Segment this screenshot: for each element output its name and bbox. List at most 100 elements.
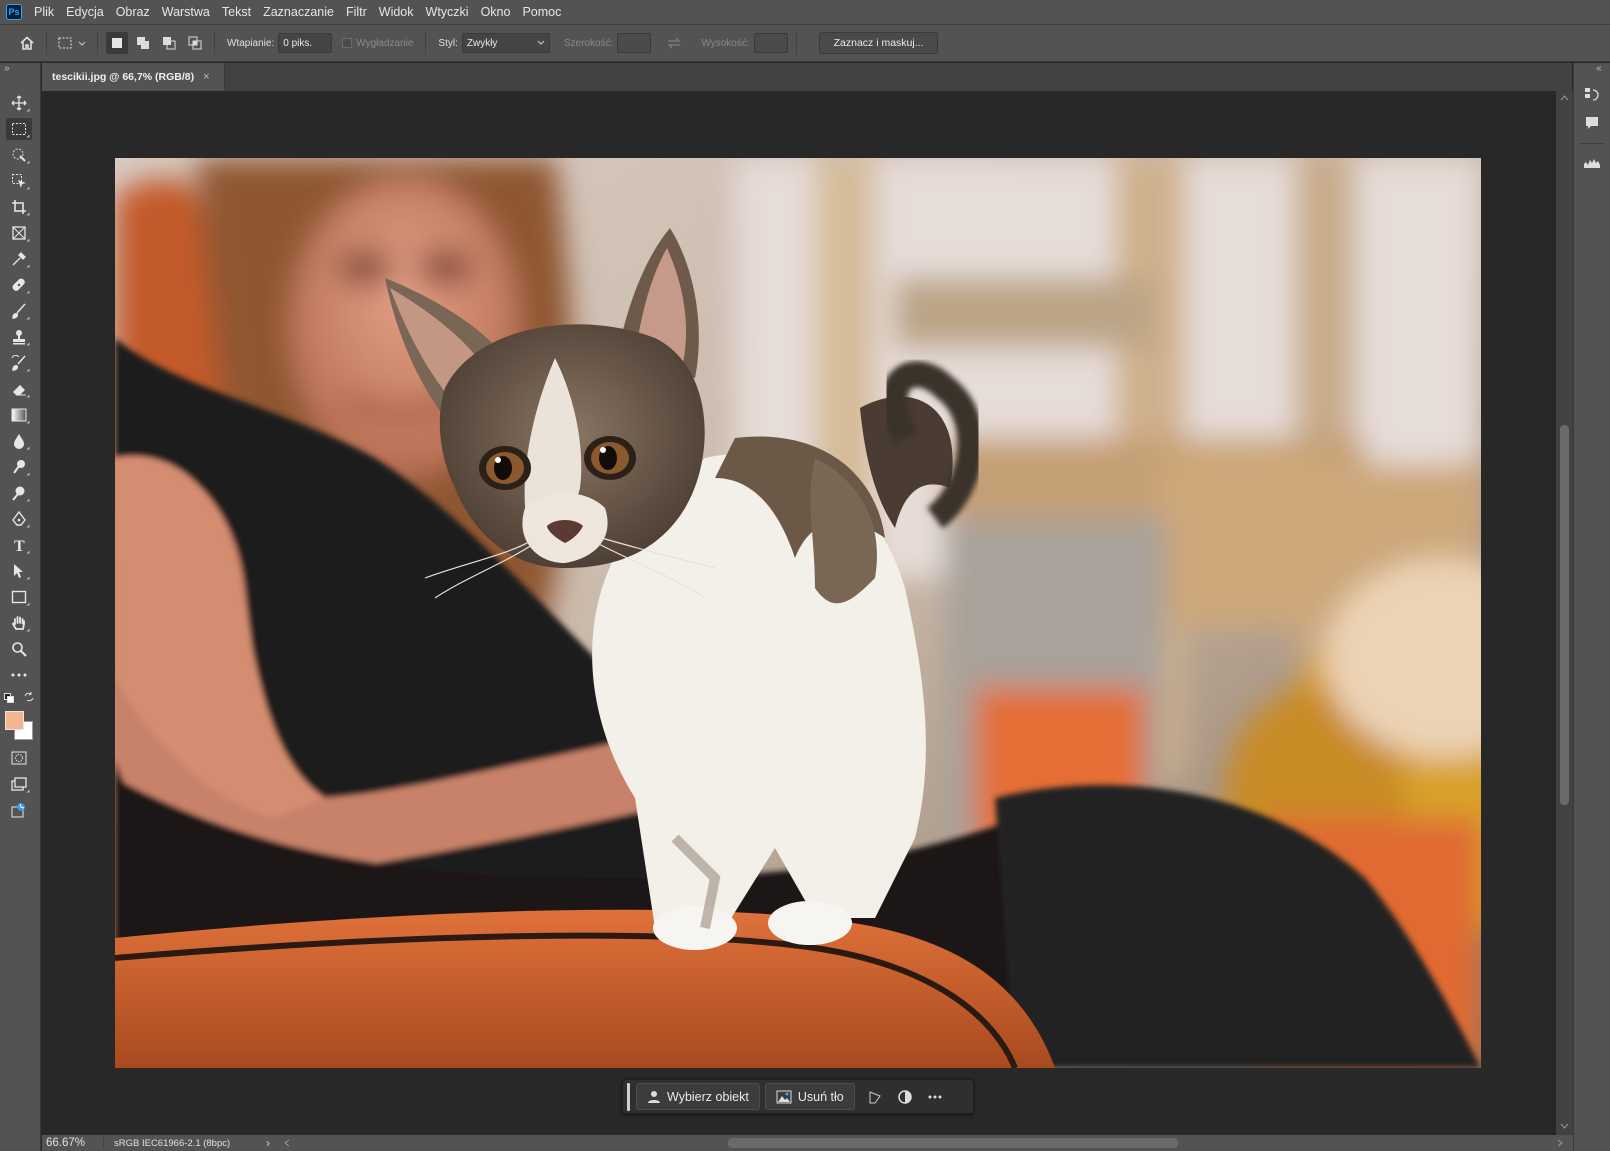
history-brush-icon[interactable] [6, 352, 32, 374]
menu-edit[interactable]: Edycja [60, 5, 110, 19]
close-tab-icon[interactable]: × [203, 71, 209, 83]
width-input[interactable] [617, 33, 652, 53]
document-image[interactable] [115, 158, 1481, 1068]
eraser-icon[interactable] [6, 378, 32, 400]
expand-panels-icon[interactable]: « [1596, 63, 1602, 74]
style-value: Zwykły [466, 37, 498, 49]
menu-file[interactable]: Plik [28, 5, 60, 19]
move-icon[interactable] [6, 92, 32, 114]
collapse-panel-icon[interactable]: » [4, 63, 10, 74]
feather-label: Wtapianie: [227, 37, 275, 49]
feather-input[interactable]: 0 piks. [278, 33, 333, 53]
dodge-icon[interactable] [6, 456, 32, 478]
adjustment-icon[interactable] [890, 1083, 920, 1110]
options-bar: Wtapianie: 0 piks. Wygładzanie Styl: Zwy… [0, 24, 1610, 62]
menu-select[interactable]: Zaznaczanie [257, 5, 340, 19]
document-tab-bar: tescikii.jpg @ 66,7% (RGB/8) × [42, 63, 1572, 91]
quick-mask-icon[interactable] [6, 747, 32, 769]
add-to-selection-icon[interactable] [132, 32, 154, 54]
divider [214, 31, 215, 55]
burn-icon[interactable] [6, 482, 32, 504]
height-label: Wysokość: [701, 37, 750, 49]
zoom-icon[interactable] [6, 638, 32, 660]
menu-bar: Ps Plik Edycja Obraz Warstwa Tekst Zazna… [0, 0, 1610, 24]
scroll-left-icon[interactable] [284, 1139, 290, 1147]
transform-icon[interactable] [860, 1083, 890, 1110]
swap-colors-icon[interactable] [24, 689, 34, 707]
divider [46, 31, 47, 55]
path-selection-icon[interactable] [6, 560, 32, 582]
style-select[interactable]: Zwykły [461, 33, 550, 53]
zoom-level[interactable]: 66.67% [42, 1137, 104, 1149]
history-panel-icon[interactable] [1582, 85, 1602, 105]
menu-help[interactable]: Pomoc [516, 5, 567, 19]
color-profile: sRGB IEC61966-2.1 (8bpc) [114, 1137, 231, 1149]
select-subject-button[interactable]: Wybierz obiekt [636, 1083, 760, 1110]
frame-icon[interactable] [6, 222, 32, 244]
tool-preset-picker[interactable] [55, 32, 89, 54]
home-icon[interactable] [16, 32, 38, 54]
width-label: Szerokość: [563, 37, 614, 49]
horizontal-scroll-thumb[interactable] [728, 1138, 1178, 1148]
crop-icon[interactable] [6, 196, 32, 218]
histogram-panel-icon[interactable] [1582, 153, 1602, 173]
menu-view[interactable]: Widok [373, 5, 420, 19]
document-tab[interactable]: tescikii.jpg @ 66,7% (RGB/8) × [42, 63, 225, 91]
new-selection-icon[interactable] [106, 32, 128, 54]
panel-dock: « [1573, 63, 1610, 1151]
foreground-color-swatch[interactable] [5, 711, 24, 730]
quick-selection-icon[interactable] [6, 170, 32, 192]
gradient-icon[interactable] [6, 404, 32, 426]
scroll-up-icon[interactable] [1560, 95, 1569, 101]
cat-photo [115, 158, 1481, 1068]
select-and-mask-button[interactable]: Zaznacz i maskuj... [818, 32, 939, 54]
horizontal-scrollbar[interactable] [282, 1135, 1572, 1151]
swap-width-height-icon[interactable] [663, 32, 685, 54]
remove-background-icon [776, 1090, 792, 1103]
tools-panel: » T [0, 63, 41, 1151]
remove-background-button[interactable]: Usuń tło [764, 1083, 855, 1110]
hand-icon[interactable] [6, 612, 32, 634]
spot-healing-icon[interactable] [6, 274, 32, 296]
scroll-right-icon[interactable] [1557, 1139, 1563, 1147]
more-tools-icon[interactable] [6, 664, 32, 686]
style-label: Styl: [438, 37, 458, 49]
menu-layer[interactable]: Warstwa [156, 5, 216, 19]
pen-icon[interactable] [6, 508, 32, 530]
rectangular-marquee-icon[interactable] [6, 118, 32, 140]
brush-icon[interactable] [6, 300, 32, 322]
screen-mode-icon[interactable] [6, 773, 32, 795]
menu-plugins[interactable]: Wtyczki [420, 5, 475, 19]
clone-stamp-icon[interactable] [6, 326, 32, 348]
rectangle-icon[interactable] [6, 586, 32, 608]
select-subject-label: Wybierz obiekt [667, 1089, 749, 1104]
subtract-from-selection-icon[interactable] [158, 32, 180, 54]
blur-icon[interactable] [6, 430, 32, 452]
object-selection-icon[interactable] [6, 144, 32, 166]
menu-window[interactable]: Okno [475, 5, 517, 19]
comments-panel-icon[interactable] [1582, 113, 1602, 133]
photoshop-logo-icon: Ps [6, 4, 22, 20]
vertical-scroll-thumb[interactable] [1560, 425, 1569, 805]
divider [425, 31, 427, 55]
vertical-scrollbar[interactable] [1556, 91, 1573, 1135]
menu-image[interactable]: Obraz [110, 5, 156, 19]
divider [1579, 143, 1605, 144]
chevron-down-icon [537, 40, 545, 45]
intersect-selection-icon[interactable] [184, 32, 206, 54]
scroll-down-icon[interactable] [1560, 1123, 1569, 1129]
contextual-task-bar: Wybierz obiekt Usuń tło [622, 1079, 974, 1114]
status-menu-icon[interactable]: › [266, 1136, 270, 1150]
menu-type[interactable]: Tekst [216, 5, 257, 19]
height-input[interactable] [753, 33, 788, 53]
drag-handle[interactable] [627, 1082, 630, 1111]
more-options-icon[interactable] [920, 1083, 950, 1110]
antialias-checkbox[interactable] [342, 38, 353, 48]
menu-filter[interactable]: Filtr [340, 5, 373, 19]
status-bar: 66.67% sRGB IEC61966-2.1 (8bpc) › [42, 1135, 1573, 1151]
generative-fill-icon[interactable] [6, 799, 32, 821]
default-colors-icon[interactable] [4, 690, 14, 708]
eyedropper-icon[interactable] [6, 248, 32, 270]
type-icon[interactable]: T [6, 534, 32, 556]
svg-text:T: T [14, 538, 25, 553]
